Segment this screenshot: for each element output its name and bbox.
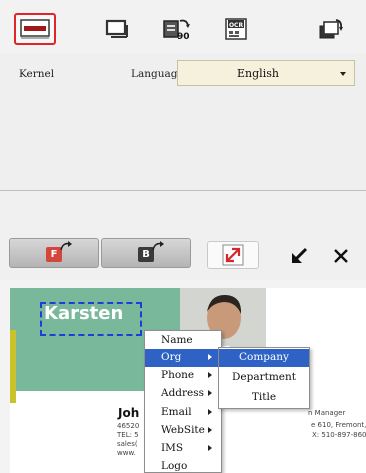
field-context-menu: Name Org Phone Address Email WebSite IMS… [144,330,222,473]
card-line-3: sales( [117,440,138,448]
language-label: Language [131,68,184,80]
close-icon [334,249,348,263]
rotate-icon [60,241,72,251]
submenu-arrow-icon [208,427,212,433]
org-submenu: Company Department Title [218,347,310,409]
submenu-item-department[interactable]: Department [219,369,309,387]
chevron-down-icon [340,72,346,76]
card-line-4: www. [117,449,136,457]
submenu-arrow-icon [208,354,212,360]
ocr-icon: OCR [225,18,247,40]
rotate-90-label: 90 [177,32,190,41]
stack-rotate-button[interactable] [310,13,352,45]
rotate-90-icon: 90 [163,19,190,41]
menu-item-phone[interactable]: Phone [145,367,221,385]
crop-mode-icon [20,19,50,39]
toolbar: 90 OCR [0,0,366,54]
submenu-arrow-icon [208,409,212,415]
card-fax-fragment: X: 510-897-8606 [312,431,366,439]
menu-item-org[interactable]: Org [145,349,221,367]
expand-icon [222,244,244,266]
card-line-1: 46520 [117,422,140,430]
expand-button[interactable] [207,241,259,269]
menu-item-logo[interactable]: Logo [145,458,221,473]
card-title-fragment: n Manager [308,409,346,417]
ocr-label: OCR [229,22,244,29]
card-accent-bar [10,330,16,403]
card-line-2: TEL: 5 [117,431,139,439]
menu-item-name[interactable]: Name [145,332,221,350]
menu-item-website[interactable]: WebSite [145,422,221,440]
front-side-button[interactable]: F [9,238,99,268]
submenu-arrow-icon [208,372,212,378]
screen-capture-icon [105,19,128,38]
ocr-button[interactable]: OCR [216,13,258,45]
rotate-90-button[interactable]: 90 [156,13,198,45]
card-address-fragment: e 610, Fremont, CA 94538 [311,421,366,429]
menu-item-email[interactable]: Email [145,404,221,422]
language-select[interactable]: English [177,60,355,86]
spacer [0,191,366,229]
stack-rotate-icon [319,19,343,39]
submenu-arrow-icon [208,445,212,451]
card-name-text: Karsten [44,303,124,324]
back-side-button[interactable]: B [101,238,191,268]
menu-item-ims[interactable]: IMS [145,440,221,458]
language-value: English [237,67,279,80]
submenu-arrow-icon [208,390,212,396]
screen-capture-button[interactable] [96,13,138,45]
crop-mode-button[interactable] [14,13,56,45]
kernel-label: Kernel [19,68,55,80]
submenu-item-company[interactable]: Company [219,349,309,367]
menu-item-address[interactable]: Address [145,385,221,403]
collapse-arrow-icon [292,247,308,263]
submenu-item-title[interactable]: Title [219,389,309,407]
close-button[interactable] [326,241,356,271]
rotate-icon [152,241,164,251]
collapse-button[interactable] [284,241,314,271]
card-person-name: Joh [118,406,140,420]
